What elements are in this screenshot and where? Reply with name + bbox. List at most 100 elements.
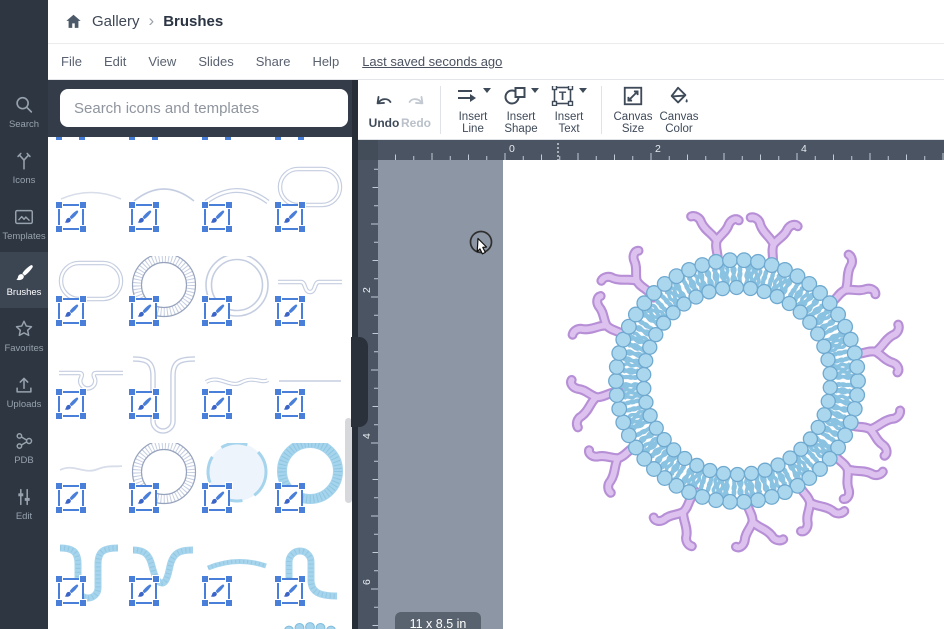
canvas[interactable]: [378, 160, 944, 629]
brush-item-ring_dashed[interactable]: [201, 441, 274, 535]
lipid-head: [637, 367, 651, 381]
brush-badge[interactable]: [277, 298, 303, 324]
brush-item-arc_soft[interactable]: [55, 160, 128, 254]
brush-item-arc_blue[interactable]: [201, 534, 274, 628]
brush-item-line_loop[interactable]: [55, 347, 128, 441]
sidebar-item-brushes[interactable]: Brushes: [0, 252, 48, 308]
brush-badge[interactable]: [277, 485, 303, 511]
home-icon[interactable]: [64, 12, 83, 31]
sidebar-item-pdb[interactable]: PDB: [0, 420, 48, 476]
lipid-head: [821, 394, 835, 408]
brush-badge[interactable]: [131, 485, 157, 511]
sidebar-item-icons[interactable]: Icons: [0, 140, 48, 196]
lipid-head: [850, 388, 865, 403]
brush-badge[interactable]: [204, 578, 230, 604]
svg-text:4: 4: [801, 143, 807, 155]
sidebar-item-uploads[interactable]: Uploads: [0, 364, 48, 420]
lipid-head: [717, 467, 731, 481]
lipid-head: [716, 282, 730, 296]
lipid-head: [737, 494, 752, 509]
clipped-handle: [128, 137, 136, 141]
clipped-handle: [224, 137, 232, 141]
brush-item-line_straight[interactable]: [274, 347, 347, 441]
sidebar-item-search[interactable]: Search: [0, 84, 48, 140]
brush-item-ring_ticks[interactable]: [128, 254, 201, 348]
sidebar-item-edit[interactable]: Edit: [0, 476, 48, 532]
brush-item-arc_med[interactable]: [128, 160, 201, 254]
sidebar-item-label: Search: [9, 119, 39, 130]
brush-badge[interactable]: [277, 391, 303, 417]
brush-item-pipe_n_blue[interactable]: [274, 534, 347, 628]
brush-icon: [62, 302, 80, 320]
canvas-color-button[interactable]: CanvasColor: [656, 84, 702, 135]
brush-badge[interactable]: [204, 204, 230, 230]
breadcrumb-brushes: Brushes: [163, 13, 223, 30]
brush-item-ring_double[interactable]: [201, 254, 274, 348]
clipped-handle: [151, 137, 159, 141]
lipid-head: [730, 467, 744, 481]
canvas-size-button[interactable]: CanvasSize: [610, 84, 656, 135]
lipid-head: [811, 327, 825, 341]
sidebar-item-label: Templates: [2, 231, 45, 242]
brush-badge[interactable]: [204, 298, 230, 324]
brush-badge[interactable]: [204, 391, 230, 417]
brush-item-ring_ticks[interactable]: [128, 441, 201, 535]
brush-item-stadium[interactable]: [55, 254, 128, 348]
lipid-head: [758, 463, 772, 477]
menu-help[interactable]: Help: [301, 54, 350, 69]
lipid-head: [610, 360, 625, 375]
undo-button[interactable]: Undo: [368, 90, 400, 129]
brush-badge[interactable]: [277, 578, 303, 604]
brush-badge[interactable]: [131, 578, 157, 604]
brush-badge[interactable]: [204, 485, 230, 511]
brush-item-curve_dip_blue[interactable]: [128, 534, 201, 628]
uploads-icon: [13, 374, 35, 396]
brush-badge[interactable]: [131, 298, 157, 324]
svg-text:0: 0: [509, 143, 515, 155]
brush-badge[interactable]: [58, 578, 84, 604]
brush-item-ring_blue[interactable]: [274, 441, 347, 535]
brush-item-pipe_u[interactable]: [128, 347, 201, 441]
brush-badge[interactable]: [277, 204, 303, 230]
breadcrumb-gallery[interactable]: Gallery: [92, 13, 140, 30]
insert-shape-button[interactable]: InsertShape: [497, 84, 545, 135]
sidebar-item-templates[interactable]: Templates: [0, 196, 48, 252]
brush-item-wave_double[interactable]: [201, 347, 274, 441]
insert-line-icon: [455, 86, 479, 106]
search-input[interactable]: [60, 89, 348, 127]
brush-badge[interactable]: [131, 204, 157, 230]
brush-badge[interactable]: [131, 391, 157, 417]
brush-item-stadium[interactable]: [274, 160, 347, 254]
brush-icon: [208, 582, 226, 600]
brush-item-arc_double[interactable]: [201, 160, 274, 254]
insert-line-button[interactable]: InsertLine: [449, 84, 497, 135]
lipid-head: [703, 463, 717, 477]
edit-icon: [13, 486, 35, 508]
panel-search-header: [48, 80, 358, 137]
brush-badge[interactable]: [58, 298, 84, 324]
brush-badge[interactable]: [58, 485, 84, 511]
lipid-head: [847, 402, 862, 417]
menu-share[interactable]: Share: [245, 54, 302, 69]
brush-item-pipe_u_blue[interactable]: [55, 534, 128, 628]
redo-button[interactable]: Redo: [400, 90, 432, 129]
panel-collapse-handle[interactable]: [351, 337, 368, 427]
brush-item-line_dip[interactable]: [274, 254, 347, 348]
menu-edit[interactable]: Edit: [93, 54, 137, 69]
last-saved-link[interactable]: Last saved seconds ago: [362, 54, 502, 69]
toolbar: Undo Redo InsertLine InsertShape: [358, 80, 944, 140]
insert-text-button[interactable]: T InsertText: [545, 84, 593, 135]
brush-badge[interactable]: [58, 391, 84, 417]
horizontal-ruler: 0246: [358, 140, 944, 160]
brush-icon: [135, 395, 153, 413]
brush-badge[interactable]: [58, 204, 84, 230]
sidebar-item-favorites[interactable]: Favorites: [0, 308, 48, 364]
sidebar-item-label: Icons: [13, 175, 36, 186]
insert-text-icon: T: [551, 86, 575, 106]
clipped-handle: [274, 137, 282, 141]
brush-item-s_curve[interactable]: [55, 441, 128, 535]
menu-file[interactable]: File: [50, 54, 93, 69]
menu-view[interactable]: View: [137, 54, 187, 69]
menu-slides[interactable]: Slides: [187, 54, 244, 69]
lipid-head: [778, 485, 793, 500]
